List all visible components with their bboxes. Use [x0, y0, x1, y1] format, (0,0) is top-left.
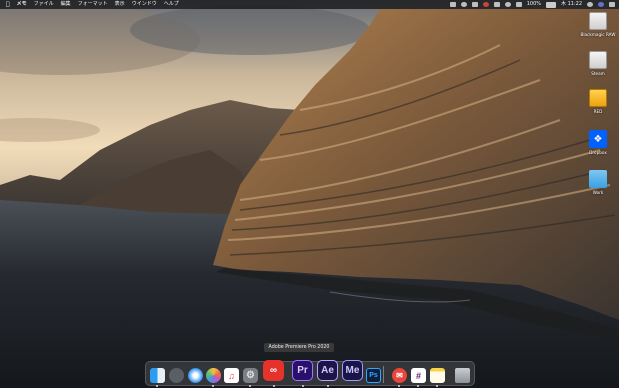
- finder-icon[interactable]: [150, 368, 165, 383]
- desktop-item-label: Work: [592, 190, 604, 195]
- creative-cloud-icon[interactable]: ∞: [263, 360, 284, 381]
- status-icon[interactable]: [504, 2, 511, 7]
- photoshop-icon[interactable]: Ps: [366, 368, 381, 383]
- control-center-icon[interactable]: [609, 2, 615, 7]
- dock-tooltip: Adobe Premiere Pro 2020: [264, 343, 334, 352]
- desktop-item-red[interactable]: RED: [576, 89, 619, 114]
- mail-icon[interactable]: ✉: [392, 368, 407, 383]
- status-icon[interactable]: [493, 2, 500, 7]
- running-indicator: [327, 385, 329, 387]
- running-indicator: [398, 385, 400, 387]
- running-indicator: [273, 385, 275, 387]
- photos-icon[interactable]: [206, 368, 221, 383]
- drive-icon: [589, 12, 607, 30]
- trash-icon[interactable]: [455, 368, 470, 383]
- wifi-icon[interactable]: [515, 2, 522, 7]
- launchpad-icon[interactable]: [169, 368, 184, 383]
- menu-view[interactable]: 表示: [115, 0, 125, 9]
- running-indicator: [436, 385, 438, 387]
- menu-app-name[interactable]: メモ: [17, 0, 27, 9]
- running-indicator: [302, 385, 304, 387]
- running-indicator: [156, 385, 158, 387]
- menu-file[interactable]: ファイル: [34, 0, 54, 9]
- premiere-pro-icon[interactable]: Pr: [292, 360, 313, 381]
- siri-icon[interactable]: [598, 2, 604, 7]
- media-encoder-icon[interactable]: Me: [342, 360, 363, 381]
- status-icon[interactable]: [460, 2, 467, 7]
- gear-icon[interactable]: ⚙: [243, 368, 258, 383]
- dropbox-icon: ❖: [589, 130, 607, 148]
- desktop-item-dropbox[interactable]: ❖ Dropbox: [576, 130, 619, 155]
- desktop-item-label: Dropbox: [589, 150, 607, 155]
- desktop-item-blackmagic[interactable]: Blackmagic RAW: [576, 12, 619, 37]
- drive-icon: [589, 51, 607, 69]
- dock-separator: [383, 366, 384, 383]
- after-effects-icon[interactable]: Ae: [317, 360, 338, 381]
- slack-icon[interactable]: #: [411, 368, 426, 383]
- safari-icon[interactable]: [188, 368, 203, 383]
- menu-format[interactable]: フォーマット: [78, 0, 108, 9]
- notes-icon[interactable]: [430, 368, 445, 383]
- status-icon[interactable]: [471, 2, 478, 7]
- drive-icon: [589, 89, 607, 107]
- running-indicator: [417, 385, 419, 387]
- running-indicator: [212, 385, 214, 387]
- desktop-item-label: Blackmagic RAW: [580, 32, 616, 37]
- folder-icon: [589, 170, 607, 188]
- battery-percent[interactable]: 100%: [527, 0, 541, 9]
- dock: ♫ ⚙ ∞ Pr Ae Me Ps ✉ #: [145, 360, 475, 387]
- menu-help[interactable]: ヘルプ: [164, 0, 179, 9]
- desktop-wallpaper: [0, 0, 619, 388]
- music-icon[interactable]: ♫: [224, 368, 239, 383]
- notification-badge-icon[interactable]: [482, 2, 489, 7]
- search-icon[interactable]: [587, 2, 593, 7]
- battery-icon[interactable]: [546, 1, 556, 8]
- menu-bar:  メモ ファイル 編集 フォーマット 表示 ウインドウ ヘルプ 100% 木 …: [0, 0, 619, 9]
- apple-icon[interactable]: : [6, 0, 10, 9]
- status-icon[interactable]: [449, 2, 456, 7]
- menu-window[interactable]: ウインドウ: [132, 0, 157, 9]
- desktop-item-label: Steam: [591, 71, 605, 76]
- menu-clock[interactable]: 木 11:22: [561, 0, 582, 9]
- desktop-item-steam[interactable]: Steam: [576, 51, 619, 76]
- desktop-item-work[interactable]: Work: [576, 170, 619, 195]
- desktop-item-label: RED: [593, 109, 603, 114]
- running-indicator: [249, 385, 251, 387]
- menu-edit[interactable]: 編集: [61, 0, 71, 9]
